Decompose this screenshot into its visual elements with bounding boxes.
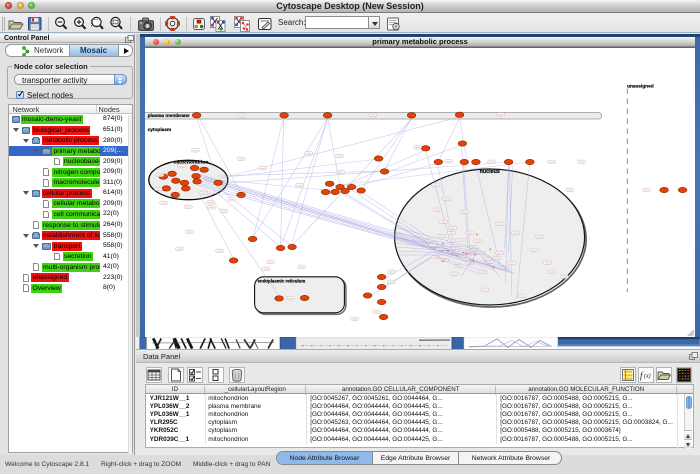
svg-text:unassigned: unassigned bbox=[627, 83, 654, 89]
svg-text:nucleus: nucleus bbox=[480, 169, 500, 175]
svg-text:endoplasmic reticulum: endoplasmic reticulum bbox=[258, 278, 306, 283]
svg-text:(x): (x) bbox=[644, 372, 651, 379]
svg-text:cytoplasm: cytoplasm bbox=[148, 127, 172, 133]
svg-text:mitochondrion: mitochondrion bbox=[174, 159, 209, 165]
svg-text:plasma membrane: plasma membrane bbox=[148, 113, 190, 119]
